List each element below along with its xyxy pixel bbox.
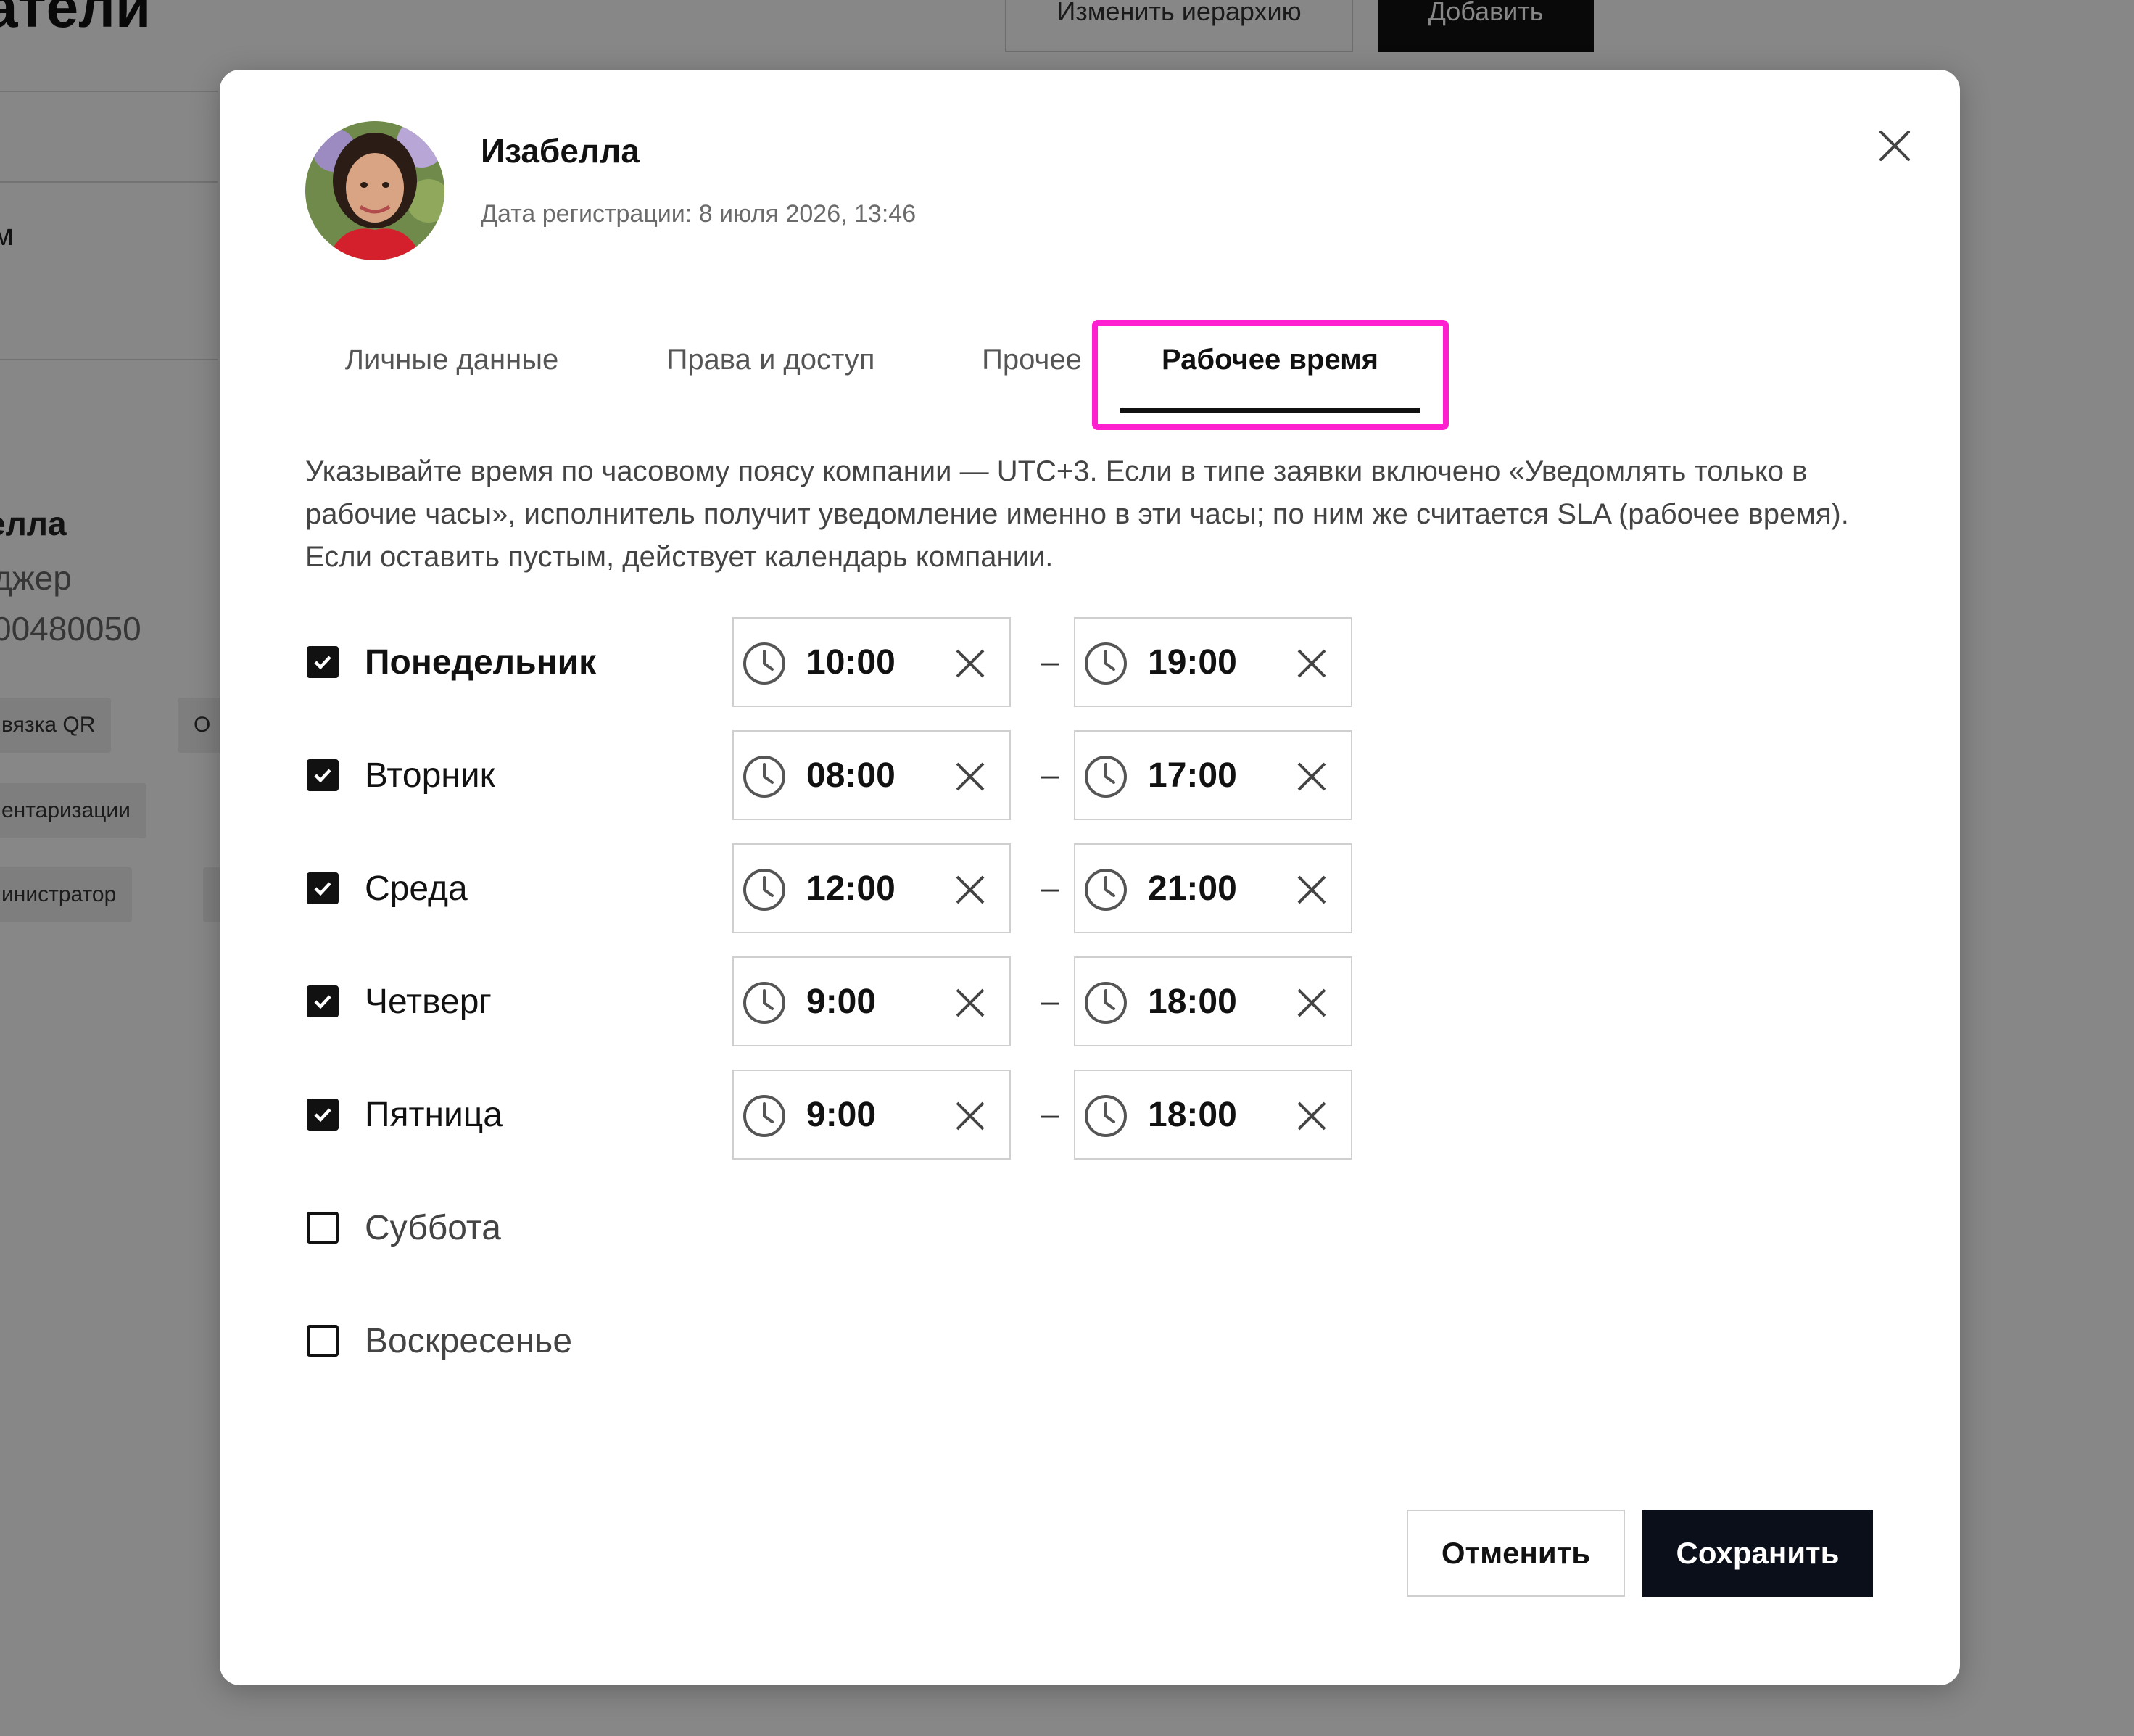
save-button[interactable]: Сохранить [1642, 1510, 1873, 1597]
clock-icon [1085, 869, 1127, 911]
check-icon [314, 995, 331, 1009]
range-separator: – [1041, 644, 1059, 679]
check-icon [314, 1108, 331, 1123]
time-from-input[interactable]: 9:00 [732, 956, 1011, 1046]
clock-icon [743, 1095, 785, 1137]
day-checkbox[interactable] [307, 872, 339, 904]
timezone-hint: Указывайте время по часовому поясу компа… [305, 455, 1849, 573]
day-label: Воскресенье [365, 1321, 573, 1360]
range-separator: – [1041, 983, 1059, 1019]
day-checkbox[interactable] [307, 1325, 339, 1357]
registration-date: Дата регистрации: 8 июля 2026, 13:46 [481, 200, 917, 228]
time-from-input[interactable]: 12:00 [732, 843, 1011, 933]
clock-icon [1085, 642, 1127, 685]
check-icon [314, 769, 331, 783]
clear-icon[interactable] [1293, 984, 1331, 1022]
day-row-saturday: Суббота [220, 1183, 1960, 1273]
clear-icon[interactable] [1293, 871, 1331, 909]
check-icon [314, 882, 331, 896]
day-label: Пятница [365, 1095, 503, 1134]
clear-icon[interactable] [1293, 1097, 1331, 1135]
time-value: 08:00 [806, 756, 896, 795]
day-row-monday: Понедельник 10:00 – 19:00 [220, 617, 1960, 707]
time-value: 9:00 [806, 1095, 877, 1134]
day-label: Суббота [365, 1208, 501, 1247]
clear-icon[interactable] [1293, 645, 1331, 682]
time-to-input[interactable]: 19:00 [1074, 617, 1352, 707]
clock-icon [1085, 982, 1127, 1024]
user-name: Изабелла [481, 132, 640, 170]
day-checkbox[interactable] [307, 1212, 339, 1244]
time-value: 9:00 [806, 982, 877, 1021]
clock-icon [743, 982, 785, 1024]
time-value: 12:00 [806, 869, 896, 908]
clock-icon [743, 869, 785, 911]
day-checkbox[interactable] [307, 646, 339, 678]
range-separator: – [1041, 870, 1059, 906]
day-label: Понедельник [365, 642, 597, 682]
day-checkbox[interactable] [307, 985, 339, 1017]
day-row-tuesday: Вторник 08:00 – 17:00 [220, 730, 1960, 820]
time-from-input[interactable]: 08:00 [732, 730, 1011, 820]
avatar [305, 121, 444, 260]
tab-other[interactable]: Прочее [959, 309, 1104, 410]
time-value: 21:00 [1148, 869, 1237, 908]
range-separator: – [1041, 1096, 1059, 1132]
day-label: Вторник [365, 756, 495, 795]
close-button[interactable] [1866, 117, 1924, 175]
tab-rights-access[interactable]: Права и доступ [648, 309, 894, 410]
clear-icon[interactable] [951, 758, 989, 795]
clock-icon [743, 642, 785, 685]
time-to-input[interactable]: 21:00 [1074, 843, 1352, 933]
close-icon [1879, 131, 1910, 161]
clock-icon [1085, 756, 1127, 798]
tab-personal-data[interactable]: Личные данные [318, 309, 586, 410]
clear-icon[interactable] [951, 984, 989, 1022]
time-to-input[interactable]: 18:00 [1074, 1070, 1352, 1160]
clock-icon [743, 756, 785, 798]
time-value: 19:00 [1148, 642, 1237, 682]
day-checkbox[interactable] [307, 759, 339, 791]
day-row-wednesday: Среда 12:00 – 21:00 [220, 843, 1960, 933]
user-modal: Изабелла Дата регистрации: 8 июля 2026, … [220, 70, 1960, 1685]
time-to-input[interactable]: 17:00 [1074, 730, 1352, 820]
tab-highlight-box [1092, 320, 1449, 430]
clear-icon[interactable] [1293, 758, 1331, 795]
day-row-friday: Пятница 9:00 – 18:00 [220, 1070, 1960, 1160]
tab-bar: Личные данные Права и доступ Прочее Рабо… [220, 309, 1960, 425]
cancel-button[interactable]: Отменить [1407, 1510, 1625, 1597]
day-row-thursday: Четверг 9:00 – 18:00 [220, 956, 1960, 1046]
time-from-input[interactable]: 10:00 [732, 617, 1011, 707]
time-from-input[interactable]: 9:00 [732, 1070, 1011, 1160]
clear-icon[interactable] [951, 1097, 989, 1135]
clear-icon[interactable] [951, 645, 989, 682]
day-checkbox[interactable] [307, 1099, 339, 1131]
time-value: 17:00 [1148, 756, 1237, 795]
time-value: 18:00 [1148, 1095, 1237, 1134]
time-value: 10:00 [806, 642, 896, 682]
clear-icon[interactable] [951, 871, 989, 909]
time-value: 18:00 [1148, 982, 1237, 1021]
day-row-sunday: Воскресенье [220, 1296, 1960, 1386]
day-label: Среда [365, 869, 468, 908]
clock-icon [1085, 1095, 1127, 1137]
range-separator: – [1041, 757, 1059, 793]
check-icon [314, 656, 331, 670]
day-label: Четверг [365, 982, 492, 1021]
time-to-input[interactable]: 18:00 [1074, 956, 1352, 1046]
